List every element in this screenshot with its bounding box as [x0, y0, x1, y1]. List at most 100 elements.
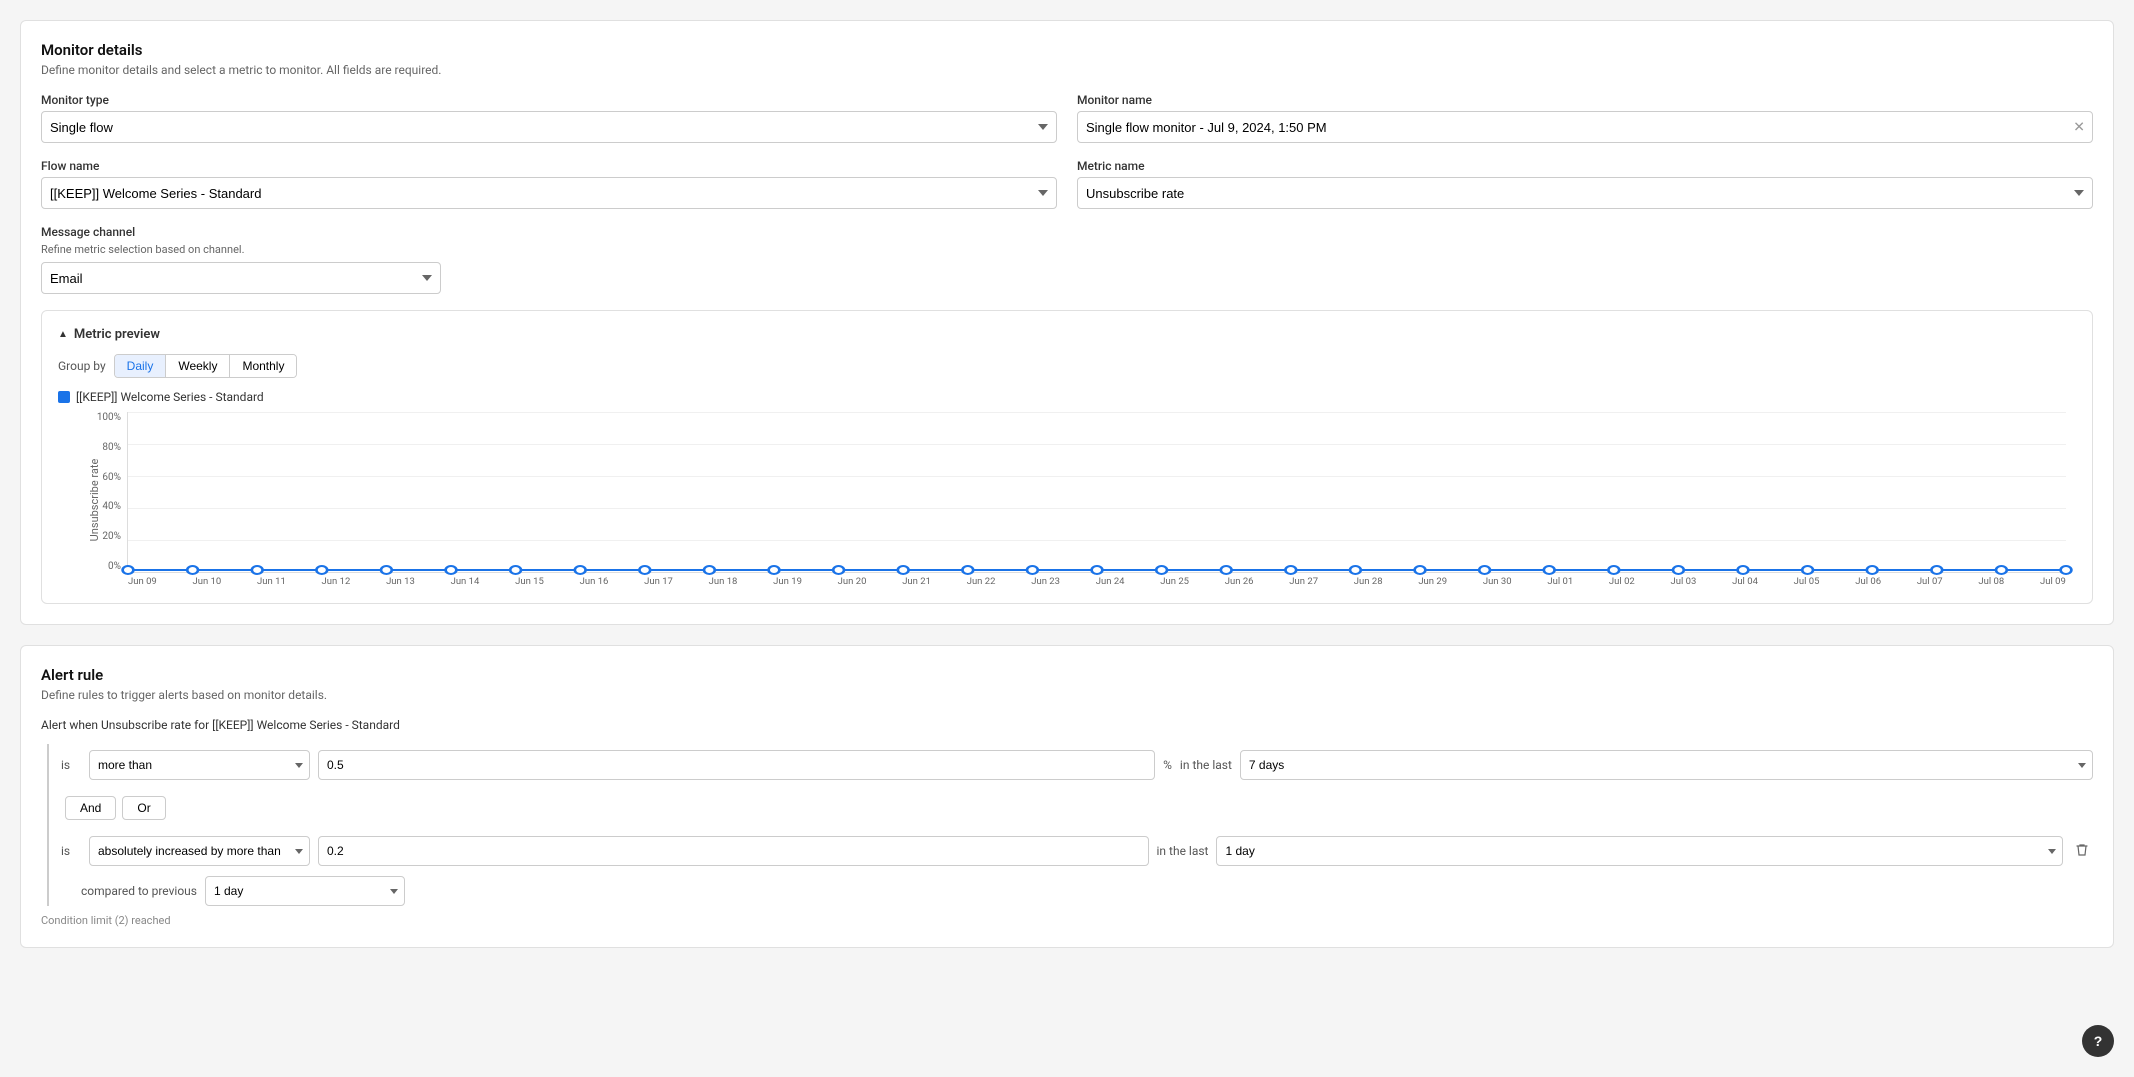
x-jun24: Jun 24: [1096, 576, 1125, 587]
y-axis-labels: 100% 80% 60% 40% 20% 0%: [73, 412, 121, 572]
y-100: 100%: [73, 412, 121, 423]
x-jun19: Jun 19: [773, 576, 802, 587]
x-jul02: Jul 02: [1609, 576, 1635, 587]
condition-1-type-select[interactable]: more than less than exactly absolutely i…: [89, 750, 310, 780]
condition-2-period-select[interactable]: 1 day 7 days 14 days 30 days: [1216, 836, 2063, 866]
x-jun23: Jun 23: [1031, 576, 1060, 587]
compared-to-select[interactable]: 1 day 7 days 14 days: [205, 876, 405, 906]
x-jun16: Jun 16: [580, 576, 609, 587]
chart-svg: [128, 412, 2066, 572]
x-jun27: Jun 27: [1289, 576, 1318, 587]
x-jul06: Jul 06: [1855, 576, 1881, 587]
monitor-details-subtitle: Define monitor details and select a metr…: [41, 63, 2093, 77]
x-jun09: Jun 09: [128, 576, 157, 587]
group-by-row: Group by Daily Weekly Monthly: [58, 354, 2076, 378]
condition-2-is-label: is: [61, 844, 81, 858]
x-jun14: Jun 14: [451, 576, 480, 587]
collapse-icon: ▲: [58, 329, 68, 340]
monitor-type-label: Monitor type: [41, 93, 1057, 107]
and-btn[interactable]: And: [65, 796, 116, 820]
chart-area: 100% 80% 60% 40% 20% 0%: [128, 412, 2066, 572]
metric-preview-title: Metric preview: [74, 327, 160, 342]
group-by-monthly-btn[interactable]: Monthly: [230, 355, 296, 377]
message-channel-label: Message channel: [41, 225, 441, 239]
x-jul09: Jul 09: [2040, 576, 2066, 587]
alert-when-container: Alert when Unsubscribe rate for [[KEEP]]…: [41, 718, 2093, 927]
metric-name-group: Metric name Unsubscribe rate: [1077, 159, 2093, 209]
flow-name-group: Flow name [[KEEP]] Welcome Series - Stan…: [41, 159, 1057, 209]
monitor-type-name-row: Monitor type Single flow Multi flow Moni…: [41, 93, 2093, 143]
condition-2-value-input[interactable]: [318, 836, 1149, 866]
x-jul07: Jul 07: [1917, 576, 1943, 587]
x-jun13: Jun 13: [386, 576, 415, 587]
alert-rule-subtitle: Define rules to trigger alerts based on …: [41, 688, 2093, 702]
x-jun12: Jun 12: [322, 576, 351, 587]
legend-color-swatch: [58, 391, 70, 403]
monitor-name-label: Monitor name: [1077, 93, 2093, 107]
compared-to-row: compared to previous 1 day 7 days 14 day…: [49, 876, 2093, 906]
condition-1-unit: %: [1163, 758, 1172, 772]
x-jun15: Jun 15: [515, 576, 544, 587]
message-channel-sublabel: Refine metric selection based on channel…: [41, 243, 441, 256]
x-jun11: Jun 11: [257, 576, 286, 587]
help-button[interactable]: ?: [2082, 1025, 2114, 1057]
monitor-name-group: Monitor name ✕: [1077, 93, 2093, 143]
condition-2-in-the-last-label: in the last: [1157, 844, 1209, 858]
monitor-name-input-wrapper: ✕: [1077, 111, 2093, 143]
condition-2-type-select[interactable]: more than less than exactly absolutely i…: [89, 836, 310, 866]
monitor-details-title: Monitor details: [41, 41, 2093, 59]
x-jul08: Jul 08: [1978, 576, 2004, 587]
monitor-name-input[interactable]: [1077, 111, 2093, 143]
monitor-name-clear-btn[interactable]: ✕: [2073, 119, 2085, 136]
x-axis-labels: Jun 09 Jun 10 Jun 11 Jun 12 Jun 13 Jun 1…: [128, 576, 2066, 587]
x-jun29: Jun 29: [1418, 576, 1447, 587]
condition-1-value-input[interactable]: [318, 750, 1155, 780]
metric-preview-section: ▲ Metric preview Group by Daily Weekly M…: [41, 310, 2093, 604]
group-by-daily-btn[interactable]: Daily: [115, 355, 167, 377]
x-jun17: Jun 17: [644, 576, 673, 587]
x-jul03: Jul 03: [1671, 576, 1697, 587]
y-40: 40%: [73, 501, 121, 512]
flow-name-label: Flow name: [41, 159, 1057, 173]
alert-rule-section: Alert rule Define rules to trigger alert…: [20, 645, 2114, 948]
x-jun10: Jun 10: [193, 576, 222, 587]
alert-rule-title: Alert rule: [41, 666, 2093, 684]
metric-name-select[interactable]: Unsubscribe rate: [1077, 177, 2093, 209]
condition-2-container: is more than less than exactly absolutel…: [49, 830, 2093, 906]
group-by-label: Group by: [58, 359, 106, 373]
condition-1-in-the-last-label: in the last: [1180, 758, 1232, 772]
message-channel-select[interactable]: Email SMS Push: [41, 262, 441, 294]
metric-preview-header[interactable]: ▲ Metric preview: [58, 327, 2076, 342]
x-jun22: Jun 22: [967, 576, 996, 587]
group-by-weekly-btn[interactable]: Weekly: [166, 355, 230, 377]
x-jun30: Jun 30: [1483, 576, 1512, 587]
x-jun25: Jun 25: [1160, 576, 1189, 587]
compared-to-label: compared to previous: [81, 884, 197, 898]
and-or-row: And Or: [49, 796, 2093, 820]
metric-name-label: Metric name: [1077, 159, 2093, 173]
monitor-details-section: Monitor details Define monitor details a…: [20, 20, 2114, 625]
flow-name-select[interactable]: [[KEEP]] Welcome Series - Standard: [41, 177, 1057, 209]
condition-limit-text: Condition limit (2) reached: [41, 914, 2093, 927]
x-jul05: Jul 05: [1794, 576, 1820, 587]
message-channel-row: Message channel Refine metric selection …: [41, 225, 2093, 294]
y-80: 80%: [73, 442, 121, 453]
legend-label: [[KEEP]] Welcome Series - Standard: [76, 390, 264, 404]
x-jul04: Jul 04: [1732, 576, 1758, 587]
monitor-type-group: Monitor type Single flow Multi flow: [41, 93, 1057, 143]
or-btn[interactable]: Or: [122, 796, 165, 820]
x-jun28: Jun 28: [1354, 576, 1383, 587]
x-jun21: Jun 21: [902, 576, 931, 587]
monitor-type-select[interactable]: Single flow Multi flow: [41, 111, 1057, 143]
y-20: 20%: [73, 531, 121, 542]
message-channel-group: Message channel Refine metric selection …: [41, 225, 441, 294]
condition-2-delete-btn[interactable]: [2071, 839, 2093, 864]
condition-1-period-select[interactable]: 1 day 7 days 14 days 30 days: [1240, 750, 2093, 780]
x-jun18: Jun 18: [709, 576, 738, 587]
conditions-block: is more than less than exactly absolutel…: [47, 744, 2093, 906]
alert-when-label: Alert when Unsubscribe rate for [[KEEP]]…: [41, 718, 2093, 732]
flow-metric-row: Flow name [[KEEP]] Welcome Series - Stan…: [41, 159, 2093, 209]
condition-1-is-label: is: [61, 758, 81, 772]
chart-wrapper: Unsubscribe rate 100% 80% 60% 40% 20% 0%: [128, 412, 2066, 587]
x-jul01: Jul 01: [1547, 576, 1573, 587]
